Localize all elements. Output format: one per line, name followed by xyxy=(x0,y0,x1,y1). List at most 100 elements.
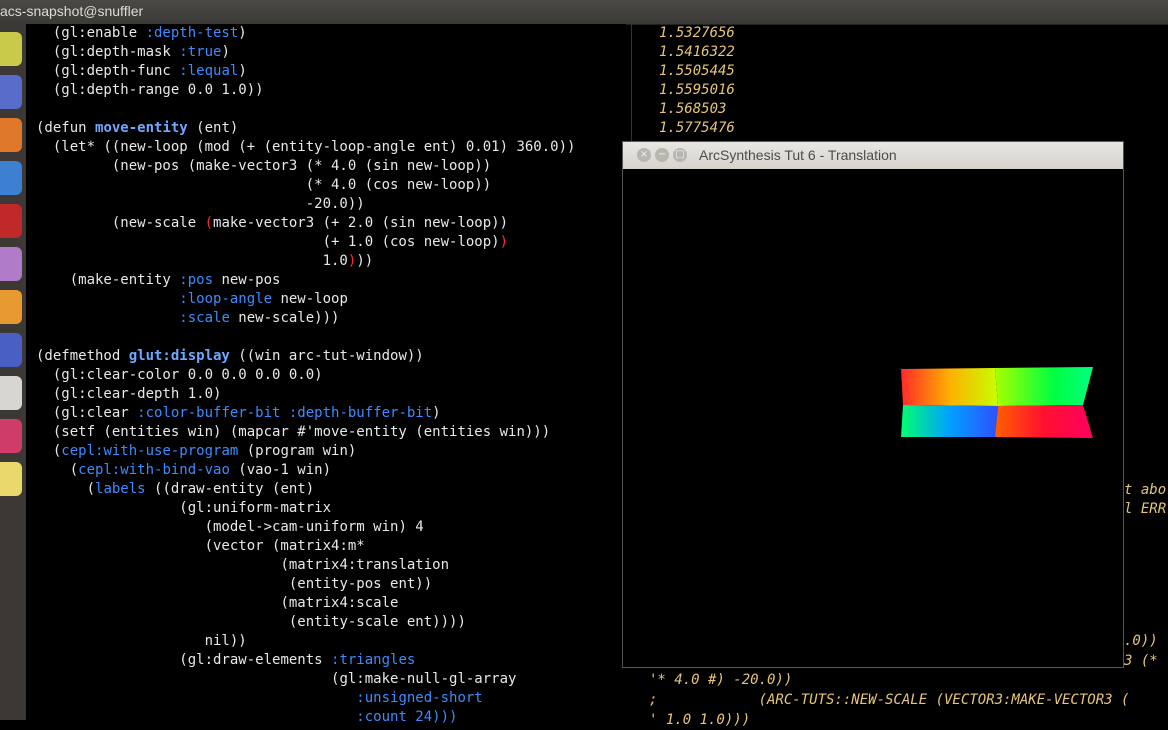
repl-clipped-text: l ERR xyxy=(1124,501,1167,517)
code-token: ( xyxy=(204,215,214,231)
repl-clipped-text: .0)) xyxy=(1124,633,1158,649)
code-line: :count 24))) xyxy=(36,708,457,727)
repl-clipped-text: 3 (* xyxy=(1124,653,1158,669)
quad-top-right xyxy=(995,367,1093,406)
code-token: (model->cam-uniform win) 4 xyxy=(204,519,424,535)
code-token: (new-pos (make-vector3 (* 4.0 (sin new-l… xyxy=(111,158,492,174)
code-line: (make-entity :pos new-pos xyxy=(36,271,281,290)
repl-number-line: 1.5327656 xyxy=(659,25,735,41)
code-token: (gl:clear xyxy=(52,405,138,421)
software-icon[interactable] xyxy=(0,161,22,195)
code-token: :count 24))) xyxy=(356,709,458,725)
code-token: (entity-pos ent)) xyxy=(288,576,433,592)
code-token: cepl:with-use-program xyxy=(61,443,239,459)
pidgin-icon[interactable] xyxy=(0,247,22,281)
code-token: cepl:with-bind-vao xyxy=(78,462,230,478)
quad-bottom-right xyxy=(995,405,1093,438)
code-line: 1.0))) xyxy=(36,252,374,271)
code-line: (gl:clear :color-buffer-bit :depth-buffe… xyxy=(36,404,441,423)
repl-number-line: 1.5416322 xyxy=(659,44,735,60)
code-token: (gl:enable xyxy=(52,25,146,41)
code-token: ((win arc-tut-window)) xyxy=(229,348,424,364)
code-token: move-entity xyxy=(95,120,188,136)
code-line: (matrix4:translation xyxy=(36,556,449,575)
code-token: ( xyxy=(86,481,96,497)
dash-icon[interactable] xyxy=(0,32,22,66)
top-panel: acs-snapshot@snuffler xyxy=(0,0,1168,25)
code-token: (entity-scale ent)))) xyxy=(288,614,466,630)
gl-window-titlebar[interactable]: × − □ ArcSynthesis Tut 6 - Translation xyxy=(623,142,1123,169)
code-token: :color-buffer-bit :depth-buffer-bit xyxy=(137,405,433,421)
quad-top-left xyxy=(901,368,998,406)
maximize-icon[interactable]: □ xyxy=(673,148,687,162)
code-token: (+ 1.0 (cos new-loop) xyxy=(322,234,500,250)
code-line: (gl:enable :depth-test) xyxy=(36,24,247,43)
emacs-editor-pane[interactable]: (gl:enable :depth-test) (gl:depth-mask :… xyxy=(26,24,626,725)
editor-icon[interactable] xyxy=(0,75,22,109)
help-icon[interactable] xyxy=(0,419,22,453)
code-line: (gl:uniform-matrix xyxy=(36,499,331,518)
code-token: ( xyxy=(69,462,79,478)
code-line: (+ 1.0 (cos new-loop)) xyxy=(36,233,508,252)
code-token: 1.0 xyxy=(322,253,348,269)
code-token: :loop-angle xyxy=(179,291,273,307)
presentation-icon[interactable] xyxy=(0,204,22,238)
code-token: (program win) xyxy=(238,443,357,459)
code-token: nil)) xyxy=(204,633,247,649)
files-icon[interactable] xyxy=(0,118,22,152)
code-line: (gl:clear-color 0.0 0.0 0.0 0.0) xyxy=(36,366,323,385)
code-token: ) xyxy=(238,63,247,79)
repl-output-line: ; (ARC-TUTS::NEW-SCALE (VECTOR3:MAKE-VEC… xyxy=(649,692,1130,708)
code-token: (defmethod xyxy=(36,348,129,364)
rendered-quads xyxy=(901,367,1093,438)
code-token: glut:display xyxy=(128,348,230,364)
code-token: ) xyxy=(499,234,509,250)
code-line: -20.0)) xyxy=(36,195,365,214)
repl-number-line: 1.5595016 xyxy=(659,82,735,98)
minimize-icon[interactable]: − xyxy=(655,148,669,162)
repl-number-line: 1.568503 xyxy=(659,101,727,117)
code-line: (new-scale (make-vector3 (+ 2.0 (sin new… xyxy=(36,214,508,233)
code-line: :scale new-scale))) xyxy=(36,309,339,328)
code-token: (gl:uniform-matrix xyxy=(179,500,332,516)
code-token: (gl:depth-func xyxy=(52,63,180,79)
code-line: (gl:depth-range 0.0 1.0)) xyxy=(36,81,264,100)
close-icon[interactable]: × xyxy=(637,148,651,162)
code-token: new-loop xyxy=(272,291,348,307)
code-token: (gl:depth-range 0.0 1.0)) xyxy=(52,82,264,98)
code-token: (new-scale xyxy=(111,215,205,231)
code-token: ) xyxy=(432,405,441,421)
code-token: (vector (matrix4:m* xyxy=(204,538,365,554)
code-token: new-pos xyxy=(213,272,281,288)
unity-launcher xyxy=(0,24,26,720)
code-token: (gl:make-null-gl-array xyxy=(331,671,517,687)
repl-output-line: '* 4.0 #) -20.0)) xyxy=(649,672,793,688)
code-line: :loop-angle new-loop xyxy=(36,290,348,309)
active-window-title: acs-snapshot@snuffler xyxy=(0,3,144,19)
repl-number-line: 1.5505445 xyxy=(659,63,735,79)
code-line: (gl:draw-elements :triangles xyxy=(36,651,415,670)
code-token: :triangles xyxy=(331,652,416,668)
code-line: (defmethod glut:display ((win arc-tut-wi… xyxy=(36,347,424,366)
firefox-icon[interactable] xyxy=(0,290,22,324)
code-token: labels xyxy=(95,481,146,497)
code-line: (vector (matrix4:m* xyxy=(36,537,365,556)
code-line: (gl:clear-depth 1.0) xyxy=(36,385,222,404)
code-token: :depth-test xyxy=(145,25,239,41)
code-line: (cepl:with-use-program (program win) xyxy=(36,442,356,461)
code-line: (new-pos (make-vector3 (* 4.0 (sin new-l… xyxy=(36,157,491,176)
gl-window[interactable]: × − □ ArcSynthesis Tut 6 - Translation xyxy=(622,141,1124,668)
code-line: (setf (entities win) (mapcar #'move-enti… xyxy=(36,423,550,442)
code-token: ((draw-entity (ent) xyxy=(145,481,315,497)
code-token: :pos xyxy=(179,272,214,288)
code-line: (model->cam-uniform win) 4 xyxy=(36,518,424,537)
code-token: (defun xyxy=(36,120,96,136)
text-icon[interactable] xyxy=(0,376,22,410)
code-line: (gl:depth-func :lequal) xyxy=(36,62,247,81)
code-line: (labels ((draw-entity (ent) xyxy=(36,480,315,499)
notes-icon[interactable] xyxy=(0,462,22,496)
code-line: (entity-pos ent)) xyxy=(36,575,432,594)
code-token: -20.0)) xyxy=(305,196,365,212)
inkscape-icon[interactable] xyxy=(0,333,22,367)
code-token: (make-entity xyxy=(69,272,180,288)
